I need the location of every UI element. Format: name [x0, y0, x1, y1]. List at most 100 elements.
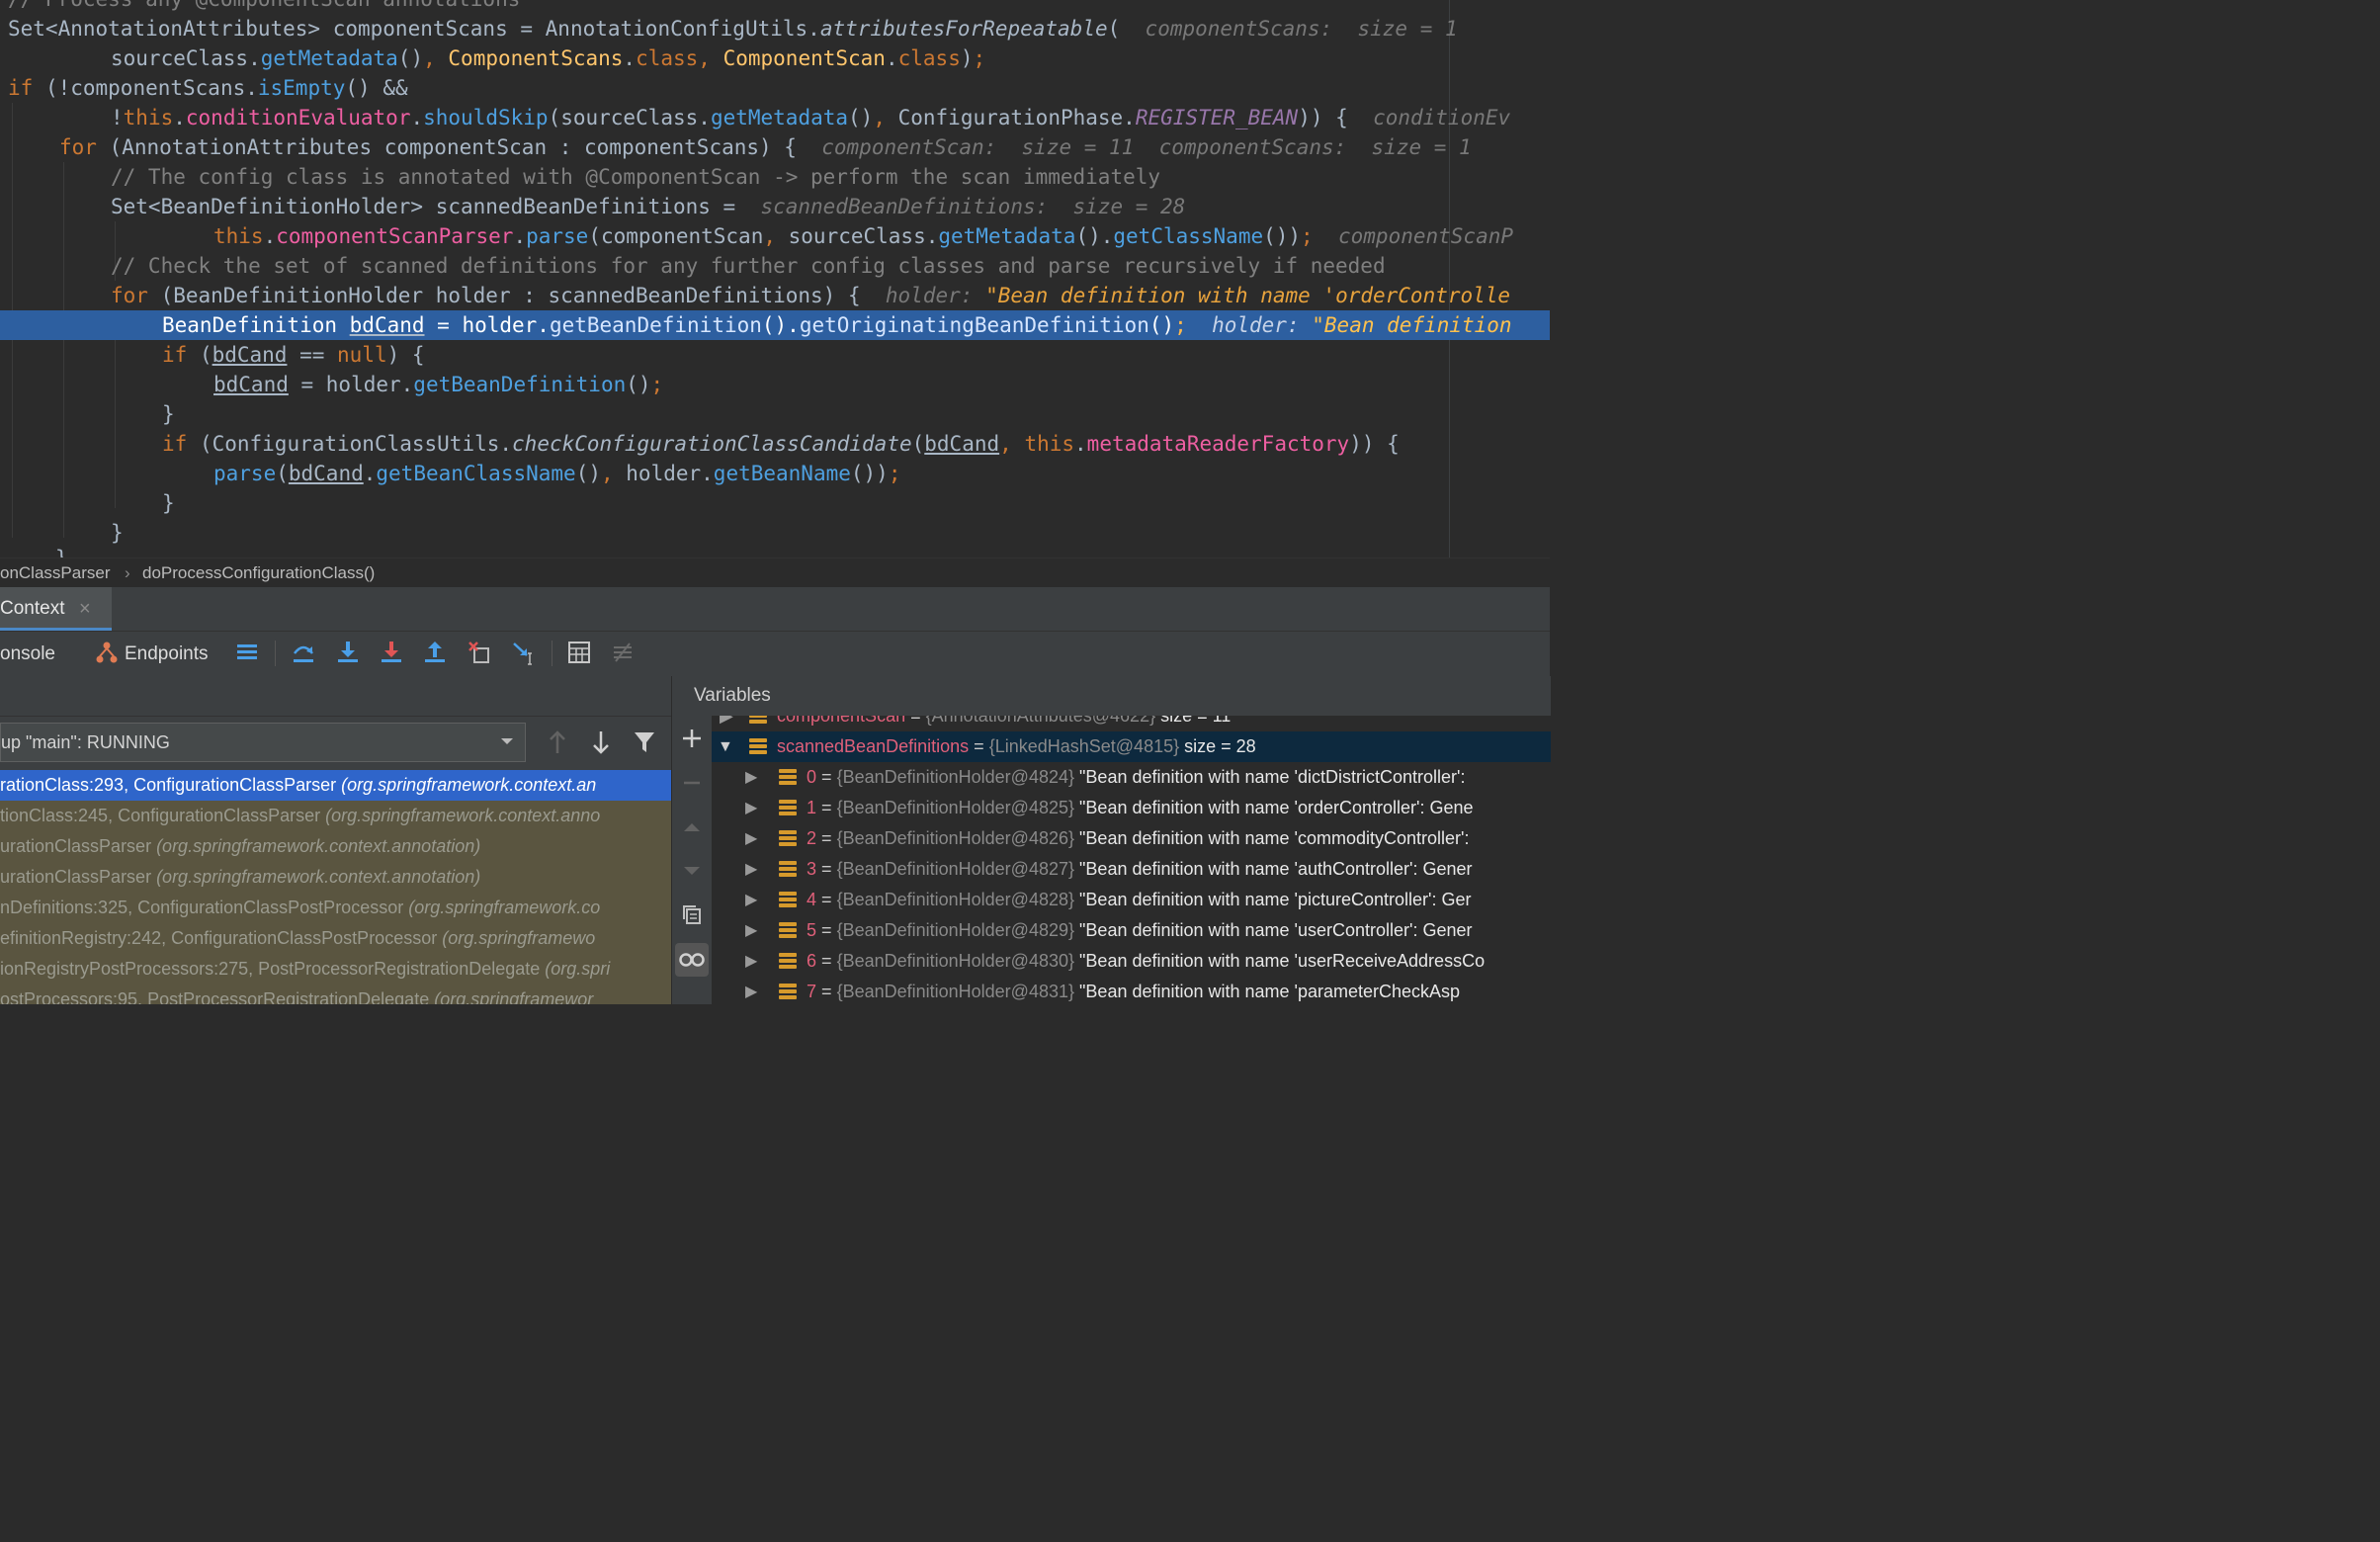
endpoints-icon: [93, 640, 121, 667]
inline-value-hint: conditionEv: [1373, 106, 1511, 129]
variable-row[interactable]: ▶ 4 = {BeanDefinitionHolder@4828} "Bean …: [712, 885, 1551, 915]
expand-icon[interactable]: ▶: [720, 716, 733, 731]
code-line-8: this.componentScanParser.parse(component…: [213, 224, 1514, 248]
expand-icon[interactable]: ▶: [745, 823, 757, 854]
indent-guide: [63, 162, 64, 538]
field-icon: [779, 984, 797, 1001]
stack-frame-row[interactable]: rationClass:293, ConfigurationClassParse…: [0, 770, 671, 801]
debug-tab-bar: Context ×: [0, 587, 1550, 632]
field-icon: [779, 769, 797, 787]
field-icon: [749, 716, 767, 726]
expand-icon[interactable]: ▶: [745, 854, 757, 885]
code-line-3: if (!componentScans.isEmpty() &&: [8, 76, 408, 100]
move-down-icon[interactable]: [681, 860, 703, 887]
thread-selector[interactable]: up "main": RUNNING: [0, 723, 526, 762]
copy-icon[interactable]: [681, 903, 703, 930]
expand-icon[interactable]: ▶: [745, 977, 757, 1004]
code-line-1: Set<AnnotationAttributes> componentScans…: [8, 17, 1458, 41]
code-line-11-current: BeanDefinition bdCand = holder.getBeanDe…: [162, 313, 1512, 337]
variable-row[interactable]: ▶ 0 = {BeanDefinitionHolder@4824} "Bean …: [712, 762, 1551, 793]
field-icon: [779, 830, 797, 848]
stack-frame-row[interactable]: tionClass:245, ConfigurationClassParser …: [0, 801, 671, 831]
expand-icon[interactable]: ▶: [745, 793, 757, 823]
field-icon: [779, 861, 797, 879]
add-watch-icon[interactable]: [681, 728, 703, 754]
tab-console[interactable]: onsole: [0, 632, 55, 676]
stack-frame-row[interactable]: urationClassParser (org.springframework.…: [0, 862, 671, 893]
next-frame-icon[interactable]: [589, 728, 613, 762]
inline-value-hint: "Bean definition: [1312, 313, 1512, 337]
step-into-icon[interactable]: [334, 640, 362, 667]
variable-row[interactable]: ▶ 7 = {BeanDefinitionHolder@4831} "Bean …: [712, 977, 1551, 1004]
previous-frame-icon[interactable]: [546, 728, 569, 762]
variables-header: Variables: [672, 676, 1551, 717]
thread-selector-value: up "main": RUNNING: [1, 732, 170, 752]
code-line-16: parse(bdCand.getBeanClassName(), holder.…: [213, 462, 901, 485]
move-up-icon[interactable]: [681, 816, 703, 843]
debug-toolbar: onsole Endpoints: [0, 632, 1550, 677]
force-step-into-icon[interactable]: [378, 640, 405, 667]
breadcrumb-separator: ›: [125, 563, 130, 582]
collapse-icon[interactable]: ▼: [718, 731, 733, 762]
code-line-13: bdCand = holder.getBeanDefinition();: [213, 373, 664, 396]
step-out-icon[interactable]: [421, 640, 449, 667]
tab-context[interactable]: Context ×: [0, 587, 112, 631]
show-execution-point-icon[interactable]: [233, 640, 261, 667]
step-over-icon[interactable]: [290, 640, 317, 667]
breadcrumb-method[interactable]: doProcessConfigurationClass(): [142, 558, 375, 588]
code-line-0: // Process any @ComponentScan annotation…: [8, 0, 520, 14]
drop-frame-icon[interactable]: [466, 640, 493, 667]
toolbar-separator: [275, 641, 276, 666]
inline-value-hint: componentScans: size = 1: [1145, 17, 1458, 41]
variable-row[interactable]: ▶ 5 = {BeanDefinitionHolder@4829} "Bean …: [712, 915, 1551, 946]
variable-row-selected[interactable]: ▼ scannedBeanDefinitions = {LinkedHashSe…: [712, 731, 1551, 762]
chevron-down-icon: [499, 724, 515, 772]
remove-watch-icon[interactable]: [681, 772, 703, 799]
breadcrumb-class[interactable]: onClassParser: [0, 558, 111, 588]
filter-icon[interactable]: [633, 728, 656, 761]
variables-panel: Variables ▶ componentScan = {AnnotationA…: [671, 676, 1551, 1004]
code-editor[interactable]: // Process any @ComponentScan annotation…: [0, 0, 1550, 557]
close-icon[interactable]: ×: [79, 587, 91, 631]
variable-row[interactable]: ▶ componentScan = {AnnotationAttributes@…: [712, 716, 1551, 731]
stack-frame-row[interactable]: ostProcessors:95, PostProcessorRegistrat…: [0, 985, 671, 1004]
frames-divider: [0, 716, 671, 717]
expand-icon[interactable]: ▶: [745, 885, 757, 915]
indent-guide: [115, 310, 116, 508]
tab-active-indicator: [0, 628, 112, 631]
variable-row[interactable]: ▶ 6 = {BeanDefinitionHolder@4830} "Bean …: [712, 946, 1551, 977]
code-line-6: // The config class is annotated with @C…: [111, 165, 1161, 189]
field-icon: [779, 800, 797, 817]
run-to-cursor-icon[interactable]: [510, 640, 538, 667]
expand-icon[interactable]: ▶: [745, 946, 757, 977]
stack-frame-row[interactable]: nDefinitions:325, ConfigurationClassPost…: [0, 893, 671, 923]
code-line-14: }: [162, 402, 175, 426]
field-icon: [779, 953, 797, 971]
trace-stream-icon[interactable]: [609, 640, 637, 667]
variables-side-toolbar: [672, 716, 712, 1004]
variable-row[interactable]: ▶ 1 = {BeanDefinitionHolder@4825} "Bean …: [712, 793, 1551, 823]
tab-context-label: Context: [0, 598, 65, 619]
stack-frame-row[interactable]: urationClassParser (org.springframework.…: [0, 831, 671, 862]
code-line-5: for (AnnotationAttributes componentScan …: [59, 135, 1472, 159]
expand-icon[interactable]: ▶: [745, 762, 757, 793]
inline-value-hint: componentScan: size = 11: [821, 135, 1135, 159]
code-line-12: if (bdCand == null) {: [162, 343, 425, 367]
show-watches-icon[interactable]: [675, 943, 709, 977]
inline-value-label: holder:: [885, 284, 974, 307]
breadcrumb: onClassParser › doProcessConfigurationCl…: [0, 557, 1550, 588]
inline-value-label: holder:: [1212, 313, 1300, 337]
evaluate-expression-icon[interactable]: [565, 640, 593, 667]
stack-frame-row[interactable]: ionRegistryPostProcessors:275, PostProce…: [0, 954, 671, 985]
variable-row[interactable]: ▶ 3 = {BeanDefinitionHolder@4827} "Bean …: [712, 854, 1551, 885]
code-line-15: if (ConfigurationClassUtils.checkConfigu…: [162, 432, 1400, 456]
field-icon: [749, 738, 767, 756]
field-icon: [779, 922, 797, 940]
variable-row[interactable]: ▶ 2 = {BeanDefinitionHolder@4826} "Bean …: [712, 823, 1551, 854]
code-line-7: Set<BeanDefinitionHolder> scannedBeanDef…: [111, 195, 1186, 218]
expand-icon[interactable]: ▶: [745, 915, 757, 946]
code-line-17: }: [162, 491, 175, 515]
variables-title: Variables: [694, 685, 771, 706]
tab-endpoints[interactable]: Endpoints: [125, 632, 209, 676]
stack-frame-row[interactable]: efinitionRegistry:242, ConfigurationClas…: [0, 923, 671, 954]
